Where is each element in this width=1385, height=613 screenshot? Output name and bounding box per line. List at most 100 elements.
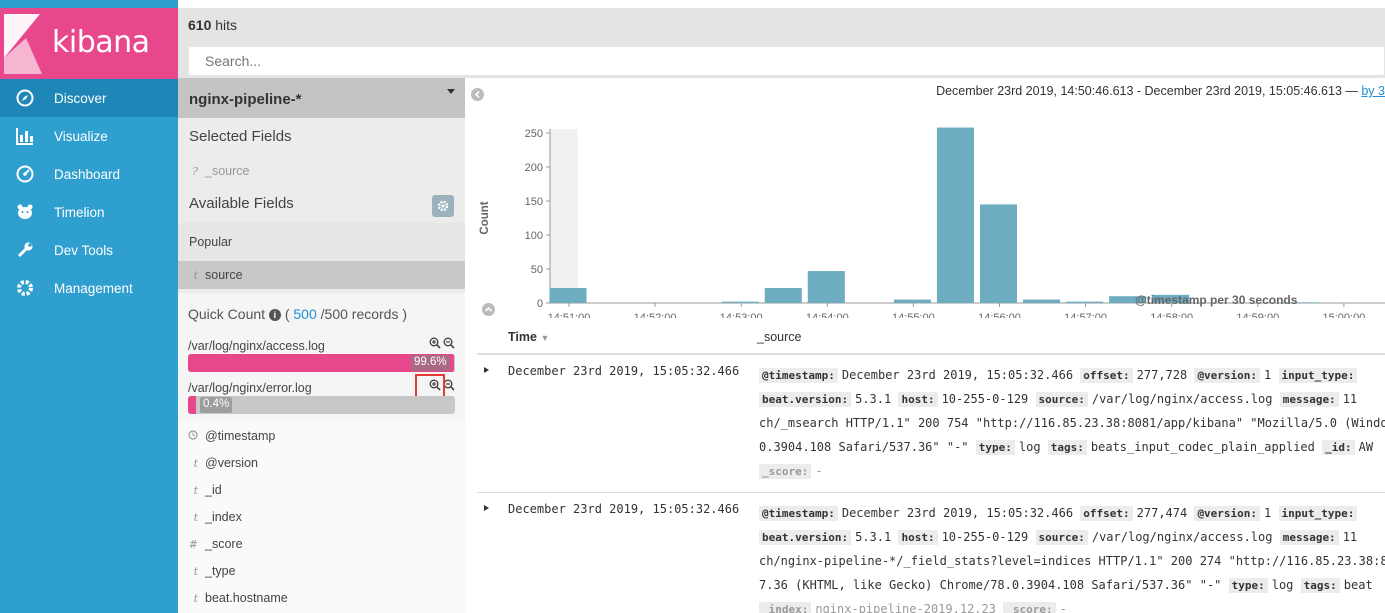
expand-caret-icon[interactable] [484,367,489,373]
doc-field-key: @timestamp: [759,368,838,383]
doc-field-key: offset: [1080,506,1133,521]
discover-main: December 23rd 2019, 14:50:46.613 - Decem… [465,78,1385,613]
hits-count: 610 hits [188,17,237,33]
doc-source-line: _index: nginx-pipeline-2019.12.23 _score:… [759,597,1385,613]
field-settings-button[interactable] [432,195,454,217]
popular-title: Popular [189,235,233,249]
zoom-in-icon[interactable] [429,337,441,349]
chart-bar [893,299,931,303]
field-type-icon: t [193,564,198,578]
field-name: _index [205,510,242,524]
collapse-chart-button[interactable] [482,303,495,316]
zoom-out-icon[interactable] [443,337,455,349]
doc-field-key: host: [898,392,938,407]
doc-source: @timestamp: December 23rd 2019, 15:05:32.… [759,363,1385,483]
field-name: @timestamp [205,429,276,443]
doc-field-value: 5.3.1 [855,392,899,406]
field-item-timestamp[interactable]: @timestamp [178,423,465,449]
doc-field-key: @timestamp: [759,506,838,521]
quick-count-row-label: /var/log/nginx/access.log [188,339,325,353]
doc-field-value: December 23rd 2019, 15:05:32.466 [841,368,1081,382]
doc-field-value: 1 [1264,506,1279,520]
field-type-icon: t [193,483,198,497]
nav-item-dashboard[interactable]: Dashboard [0,155,178,193]
chart-out-of-range-region [550,129,578,303]
nav-item-label: Timelion [54,204,105,220]
kibana-window: kibana Discover Visualize Dashboard Timelio… [0,0,1385,613]
doc-field-key: message: [1279,392,1339,407]
caret-down-icon [447,89,455,94]
hits-number: 610 [188,17,212,33]
doc-field-key: source: [1035,530,1088,545]
field-type-icon: t [193,510,198,524]
nav-item-visualize[interactable]: Visualize [0,117,178,155]
bar-chart-icon [15,126,35,146]
quick-count-link[interactable]: 500 [293,306,316,322]
field-item-score[interactable]: # _score [178,531,465,557]
field-type-icon: t [193,456,198,470]
field-name: _type [205,564,236,578]
query-bar: 610 hits [178,8,1385,78]
doc-field-value: ch/nginx-pipeline-*/_field_stats?level=i… [759,554,1385,568]
collapse-sidebar-button[interactable] [471,88,484,101]
chart-bar [549,288,587,303]
expand-caret-icon[interactable] [484,505,489,511]
doc-field-key: _score: [759,464,812,479]
search-input[interactable] [188,46,1385,76]
doc-field-key: offset: [1080,368,1133,383]
doc-source-line: ch/nginx-pipeline-*/_field_stats?level=i… [759,549,1385,573]
doc-time: December 23rd 2019, 15:05:32.466 [508,502,740,516]
chevron-left-icon [474,91,480,98]
doc-field-value: nginx-pipeline-2019.12.23 [815,602,1004,613]
nav-item-label: Discover [54,90,107,106]
compass-icon [15,88,35,108]
nav-item-timelion[interactable]: Timelion [0,193,178,231]
field-name: _id [205,483,222,497]
doc-field-key: type: [975,440,1015,455]
info-icon[interactable]: i [268,309,281,321]
field-name: @version [205,456,258,470]
quick-count-title: Quick Count i ( 500 /500 records ) [188,306,407,322]
index-pattern-selector[interactable]: nginx-pipeline-* [178,78,465,118]
chart-bar [721,301,759,303]
interval-link[interactable]: by 3 [1361,84,1385,98]
chart-bar [1066,301,1104,303]
time-header-label: Time [508,330,537,344]
y-tick-label: 0 [537,298,543,310]
doc-field-value: 7.36 (KHTML, like Gecko) Chrome/78.0.390… [759,578,1229,592]
doc-field-value: 11 [1342,392,1358,406]
nav-item-discover[interactable]: Discover [0,79,178,117]
field-item-source-popular[interactable]: t source [178,261,465,289]
quick-count-row-label: /var/log/nginx/error.log [188,381,312,395]
index-pattern-name: nginx-pipeline-* [189,91,302,108]
field-item-source[interactable]: ? _source [178,158,465,184]
field-type-icon: t [193,591,198,605]
nav-item-dev-tools[interactable]: Dev Tools [0,231,178,269]
time-column-header[interactable]: Time ▼ [508,330,549,344]
available-fields-title: Available Fields [189,195,294,212]
doc-table-row[interactable]: December 23rd 2019, 15:05:32.466 @timesta… [477,492,1385,613]
field-item-type[interactable]: t _type [178,558,465,584]
nav-item-management[interactable]: Management [0,269,178,307]
doc-field-key: _score: [1003,602,1056,613]
chart-bar [764,288,802,303]
doc-source-line: @timestamp: December 23rd 2019, 15:05:32.… [759,363,1385,387]
y-tick-label: 50 [531,264,543,276]
doc-field-key: type: [1228,578,1268,593]
field-item-version[interactable]: t @version [178,450,465,476]
time-range: December 23rd 2019, 14:50:46.613 - Decem… [936,84,1385,98]
doc-field-value: 10-255-0-129 [941,530,1036,544]
doc-field-value: December 23rd 2019, 15:05:32.466 [841,506,1081,520]
left-nav: kibana Discover Visualize Dashboard Timelio… [0,0,178,613]
kibana-logo[interactable]: kibana [0,8,178,79]
doc-field-key: beat.version: [759,530,852,545]
y-tick-label: 200 [525,162,543,174]
doc-field-key: source: [1035,392,1088,407]
field-item-beat-hostname[interactable]: t beat.hostname [178,585,465,611]
field-name: beat.hostname [205,591,288,605]
field-item-id[interactable]: t _id [178,477,465,503]
field-item-index[interactable]: t _index [178,504,465,530]
doc-table-row[interactable]: December 23rd 2019, 15:05:32.466 @timesta… [477,354,1385,492]
quick-count-percent: 99.6% [411,355,450,371]
doc-field-value: 277,728 [1136,368,1195,382]
